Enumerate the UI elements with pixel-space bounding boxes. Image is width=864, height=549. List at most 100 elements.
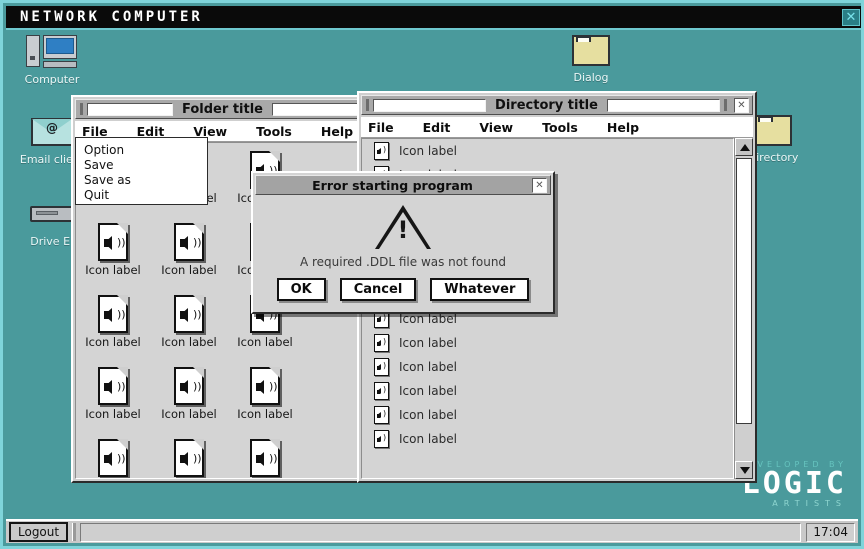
list-item[interactable]: ) Icon label	[362, 139, 733, 163]
file-icon-label: Icon label	[152, 407, 226, 421]
taskbar-task-area[interactable]	[80, 523, 801, 542]
list-item-label: Icon label	[399, 360, 457, 374]
logout-button[interactable]: Logout	[9, 522, 68, 542]
file-icon-item[interactable]: )) Icon label	[76, 223, 150, 277]
vertical-scrollbar[interactable]	[734, 138, 753, 479]
file-icon-item[interactable]: )) Icon label	[76, 295, 150, 349]
sound-file-icon: ))	[76, 295, 150, 333]
sound-file-icon: ))	[76, 223, 150, 261]
taskbar: Logout 17:04	[6, 519, 858, 543]
close-icon[interactable]: ✕	[842, 9, 860, 26]
directory-menu-item-view[interactable]: View	[472, 120, 520, 135]
sound-file-icon: )	[374, 406, 389, 424]
directory-menu-item-edit[interactable]: Edit	[416, 120, 458, 135]
list-item-label: Icon label	[399, 312, 457, 326]
file-menu-dropdown[interactable]: OptionSaveSave asQuit	[75, 137, 208, 205]
menu-item-option[interactable]: Option	[84, 143, 207, 158]
file-icon-label: Icon label	[76, 335, 150, 349]
taskbar-separator	[72, 523, 76, 541]
titlebar-slot-right	[272, 103, 358, 116]
directory-menu-item-help[interactable]: Help	[600, 120, 646, 135]
whatever-button[interactable]: Whatever	[430, 278, 529, 301]
sound-file-icon: )	[374, 430, 389, 448]
desktop-icon-dialog[interactable]: Dialog	[554, 31, 628, 84]
sound-file-icon: ))	[152, 223, 226, 261]
folder-window-title: Folder title	[173, 102, 272, 117]
warning-triangle-icon: !	[375, 205, 431, 249]
file-icon-label: Icon label	[228, 335, 302, 349]
error-dialog-titlebar[interactable]: Error starting program ✕	[255, 175, 551, 195]
list-item-label: Icon label	[399, 432, 457, 446]
file-icon-item[interactable]: ))Icon label	[228, 439, 302, 479]
file-icon-label: Icon label	[152, 263, 226, 277]
watermark-subtitle: ARTISTS	[738, 499, 847, 508]
sound-file-icon: ))	[76, 367, 150, 405]
titlebar-slot-left	[87, 103, 173, 116]
taskbar-clock: 17:04	[806, 523, 855, 542]
sound-file-icon: )	[374, 382, 389, 400]
app-title: NETWORK COMPUTER	[20, 9, 203, 25]
file-icon-item[interactable]: )) Icon label	[76, 367, 150, 421]
list-item[interactable]: ) Icon label	[362, 403, 733, 427]
cancel-button[interactable]: Cancel	[340, 278, 417, 301]
file-icon-label: Icon label	[76, 263, 150, 277]
folder-icon	[554, 31, 628, 69]
menu-item-save[interactable]: Save	[84, 158, 207, 173]
list-item[interactable]: ) Icon label	[362, 331, 733, 355]
directory-window-title: Directory title	[486, 98, 607, 113]
close-icon[interactable]: ✕	[734, 98, 749, 113]
desktop-screen: NETWORK COMPUTER ✕ Computer @ Email clie…	[0, 0, 864, 549]
list-item-label: Icon label	[399, 384, 457, 398]
error-dialog[interactable]: Error starting program ✕ ! A required .D…	[251, 171, 555, 314]
sound-file-icon: )	[374, 358, 389, 376]
sound-file-icon: )	[374, 142, 389, 160]
file-icon-item[interactable]: )) Icon label	[228, 367, 302, 421]
folder-menu-item-help[interactable]: Help	[314, 124, 360, 139]
titlebar-slot-right	[607, 99, 720, 112]
top-title-bar: NETWORK COMPUTER ✕	[6, 6, 864, 30]
error-dialog-title: Error starting program	[256, 178, 529, 193]
list-item-label: Icon label	[399, 408, 457, 422]
sound-file-icon: ))	[228, 439, 302, 477]
scroll-up-icon[interactable]	[735, 138, 753, 156]
desktop-icon-label: Computer	[15, 73, 89, 86]
menu-item-save-as[interactable]: Save as	[84, 173, 207, 188]
folder-menu-item-tools[interactable]: Tools	[249, 124, 299, 139]
file-icon-item[interactable]: ))Icon label	[152, 439, 226, 479]
desktop-icon-computer[interactable]: Computer	[15, 33, 89, 86]
file-icon-label: Icon label	[228, 407, 302, 421]
scroll-down-icon[interactable]	[735, 461, 753, 479]
directory-window-menubar[interactable]: File Edit View Tools Help	[361, 117, 753, 138]
scrollbar-thumb[interactable]	[736, 158, 752, 424]
directory-menu-item-file[interactable]: File	[361, 120, 401, 135]
list-item-label: Icon label	[399, 144, 457, 158]
list-item[interactable]: ) Icon label	[362, 355, 733, 379]
file-icon-label: Icon label	[76, 407, 150, 421]
list-item[interactable]: ) Icon label	[362, 427, 733, 451]
directory-window-titlebar[interactable]: Directory title ✕	[361, 95, 753, 115]
file-icon-item[interactable]: ))Icon label	[76, 439, 150, 479]
folder-window-titlebar[interactable]: Folder title	[75, 99, 359, 119]
list-item-label: Icon label	[399, 336, 457, 350]
list-item[interactable]: ) Icon label	[362, 379, 733, 403]
sound-file-icon: ))	[76, 439, 150, 477]
sound-file-icon: ))	[228, 367, 302, 405]
sound-file-icon: ))	[152, 367, 226, 405]
error-dialog-buttons: OK Cancel Whatever	[253, 278, 553, 301]
close-icon[interactable]: ✕	[532, 178, 547, 193]
titlebar-slot-left	[373, 99, 486, 112]
sound-file-icon: ))	[152, 439, 226, 477]
ok-button[interactable]: OK	[277, 278, 326, 301]
error-dialog-message: A required .DDL file was not found	[253, 255, 553, 269]
desktop-icon-label: Dialog	[554, 71, 628, 84]
grip-icon	[366, 99, 369, 111]
grip-icon	[724, 99, 727, 111]
sound-file-icon: )	[374, 334, 389, 352]
computer-icon	[15, 33, 89, 71]
file-icon-item[interactable]: ))Icon label	[152, 295, 226, 349]
warning-glyph: !	[375, 218, 431, 242]
menu-item-quit[interactable]: Quit	[84, 188, 207, 203]
directory-menu-item-tools[interactable]: Tools	[535, 120, 585, 135]
file-icon-item[interactable]: )) Icon label	[152, 223, 226, 277]
file-icon-item[interactable]: )) Icon label	[152, 367, 226, 421]
